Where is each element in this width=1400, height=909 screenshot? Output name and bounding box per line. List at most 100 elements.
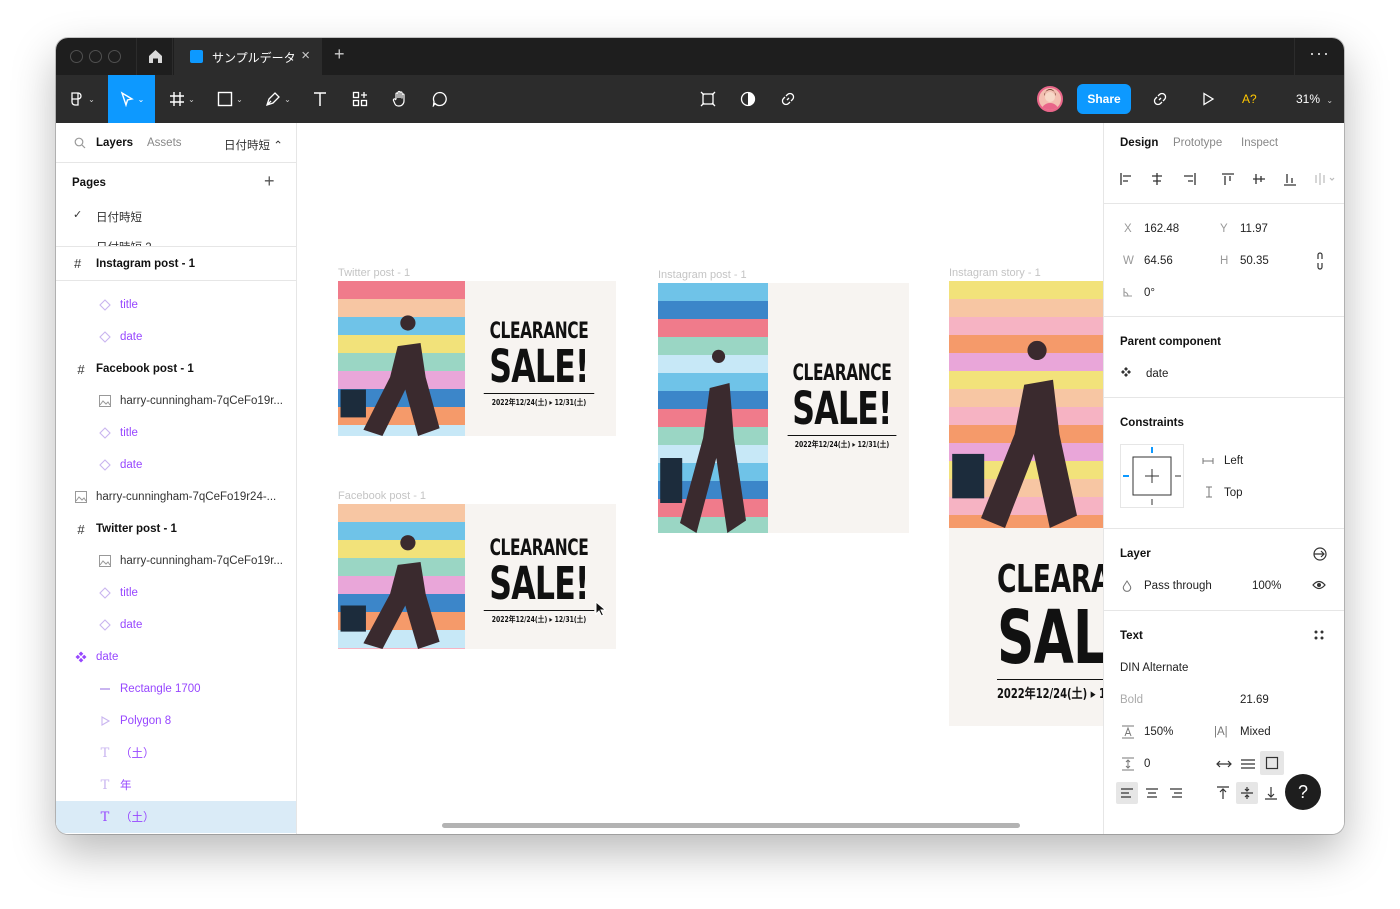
resources-tool[interactable]: [344, 75, 376, 123]
frame-label[interactable]: Facebook post - 1: [338, 490, 426, 502]
align-bottom-icon[interactable]: [1264, 786, 1278, 800]
facebook-post-frame[interactable]: CLEARANCE SALE! 2022年12/24(土) ▸ 12/31(土): [338, 504, 616, 649]
horizontal-constraint-select[interactable]: Left: [1224, 455, 1243, 467]
component-actions-button[interactable]: [692, 75, 724, 123]
layer-row[interactable]: title: [56, 417, 296, 449]
link-button[interactable]: [772, 75, 804, 123]
layer-row[interactable]: Polygon 8: [56, 705, 296, 737]
frame-label[interactable]: Instagram post - 1: [658, 269, 747, 281]
align-left-button[interactable]: [1116, 782, 1138, 804]
zoom-level[interactable]: 31% ⌄: [1296, 92, 1333, 106]
zoom-window-button[interactable]: [108, 50, 121, 63]
new-tab-button[interactable]: +: [334, 44, 345, 65]
instagram-story-frame[interactable]: CLEARAN SAL 2022年12/24(土) ▸ 1: [949, 281, 1103, 726]
auto-height-icon[interactable]: [1240, 757, 1256, 771]
copy-link-button[interactable]: [1144, 75, 1176, 123]
auto-width-icon[interactable]: [1216, 757, 1232, 771]
tab-inspect[interactable]: Inspect: [1241, 137, 1278, 149]
rectangle-icon: [217, 91, 233, 107]
opacity-input[interactable]: 100%: [1252, 580, 1281, 592]
page-item[interactable]: 日付時短 2: [96, 239, 152, 246]
comment-tool[interactable]: [424, 75, 456, 123]
layer-row[interactable]: # Facebook post - 1: [56, 353, 296, 385]
photo-image: [338, 504, 465, 649]
layer-row[interactable]: date: [56, 641, 296, 673]
layer-row[interactable]: date: [56, 449, 296, 481]
more-menu-button[interactable]: ···: [1294, 38, 1344, 75]
layer-row[interactable]: T （土）: [56, 737, 296, 769]
tab-layers[interactable]: Layers: [96, 137, 133, 149]
h-input[interactable]: 50.35: [1240, 255, 1269, 267]
layer-row[interactable]: date: [56, 609, 296, 641]
ai-assistant-button[interactable]: A?: [1242, 92, 1257, 106]
layer-row[interactable]: title: [56, 289, 296, 321]
tab-assets[interactable]: Assets: [147, 137, 182, 149]
constraints-widget[interactable]: [1120, 444, 1184, 508]
hand-tool[interactable]: [384, 75, 416, 123]
align-top-icon[interactable]: [1216, 786, 1230, 800]
align-center-icon[interactable]: [1145, 787, 1159, 799]
shape-tool[interactable]: ⌄: [210, 75, 250, 123]
alignment-icons[interactable]: [1118, 171, 1336, 187]
add-page-button[interactable]: +: [264, 171, 275, 192]
parent-component-name[interactable]: date: [1146, 368, 1168, 380]
x-input[interactable]: 162.48: [1144, 223, 1179, 235]
frame-tool[interactable]: ⌄: [162, 75, 202, 123]
paragraph-spacing-input[interactable]: 0: [1144, 758, 1150, 770]
constraints-section: Constraints Left Top: [1104, 397, 1344, 527]
align-middle-button[interactable]: [1236, 782, 1258, 804]
layer-row[interactable]: harry-cunningham-7qCeFo19r24-...: [56, 481, 296, 513]
tab-design[interactable]: Design: [1120, 137, 1158, 149]
line-height-input[interactable]: 150%: [1144, 726, 1173, 738]
layer-row[interactable]: # Twitter post - 1: [56, 513, 296, 545]
align-right-icon[interactable]: [1169, 787, 1183, 799]
page-item[interactable]: 日付時短: [96, 209, 142, 225]
search-icon[interactable]: [74, 137, 86, 149]
sticky-frame-header[interactable]: # Instagram post - 1: [56, 247, 296, 281]
layer-row[interactable]: title: [56, 577, 296, 609]
layer-row[interactable]: T年: [56, 769, 296, 801]
instagram-post-frame[interactable]: CLEARANCE SALE! 2022年12/24(土) ▸ 12/31(土): [658, 283, 909, 533]
font-weight-select[interactable]: Bold: [1120, 694, 1143, 706]
w-input[interactable]: 64.56: [1144, 255, 1173, 267]
eye-icon[interactable]: [1312, 580, 1326, 590]
pen-tool[interactable]: ⌄: [258, 75, 298, 123]
twitter-post-frame[interactable]: CLEARANCE SALE! 2022年12/24(土) ▸ 12/31(土): [338, 281, 616, 436]
move-tool[interactable]: ⌄: [108, 75, 155, 123]
minimize-window-button[interactable]: [89, 50, 102, 63]
main-menu-button[interactable]: ⌄: [62, 75, 102, 123]
frame-label[interactable]: Instagram story - 1: [949, 267, 1041, 279]
font-family-select[interactable]: DIN Alternate: [1120, 662, 1188, 674]
y-input[interactable]: 11.97: [1240, 223, 1268, 235]
close-tab-icon[interactable]: ×: [301, 47, 310, 64]
home-button[interactable]: [136, 38, 173, 75]
layer-row[interactable]: date: [56, 321, 296, 353]
rotation-input[interactable]: 0°: [1144, 287, 1155, 299]
canvas[interactable]: Twitter post - 1 CLEARANCE SALE! 2022年12…: [297, 123, 1103, 834]
blend-mode-select[interactable]: Pass through: [1144, 580, 1212, 592]
align-middle-icon: [1241, 787, 1253, 799]
layer-row[interactable]: harry-cunningham-7qCeFo19r...: [56, 385, 296, 417]
page-selector[interactable]: 日付時短 ⌃: [224, 137, 283, 153]
constrain-proportions-icon[interactable]: [1316, 252, 1324, 270]
frame-label[interactable]: Twitter post - 1: [338, 267, 410, 279]
present-button[interactable]: [1192, 75, 1224, 123]
close-window-button[interactable]: [70, 50, 83, 63]
mask-button[interactable]: [732, 75, 764, 123]
vertical-constraint-select[interactable]: Top: [1224, 487, 1243, 499]
horizontal-scrollbar[interactable]: [442, 823, 1020, 828]
user-avatar[interactable]: [1037, 86, 1063, 112]
layer-row[interactable]: T （土）: [56, 801, 296, 833]
text-style-grid-icon[interactable]: [1314, 630, 1324, 640]
tab-prototype[interactable]: Prototype: [1173, 137, 1222, 149]
font-size-input[interactable]: 21.69: [1240, 694, 1269, 706]
fixed-size-button[interactable]: [1260, 751, 1284, 775]
layer-row[interactable]: Rectangle 1700: [56, 673, 296, 705]
component-actions-icon[interactable]: [1312, 546, 1328, 562]
layer-row[interactable]: harry-cunningham-7qCeFo19r...: [56, 545, 296, 577]
text-tool[interactable]: [304, 75, 336, 123]
share-button[interactable]: Share: [1077, 84, 1131, 114]
help-button[interactable]: ?: [1285, 774, 1321, 810]
file-tab[interactable]: サンプルデータ ×: [174, 38, 322, 75]
letter-spacing-input[interactable]: Mixed: [1240, 726, 1271, 738]
